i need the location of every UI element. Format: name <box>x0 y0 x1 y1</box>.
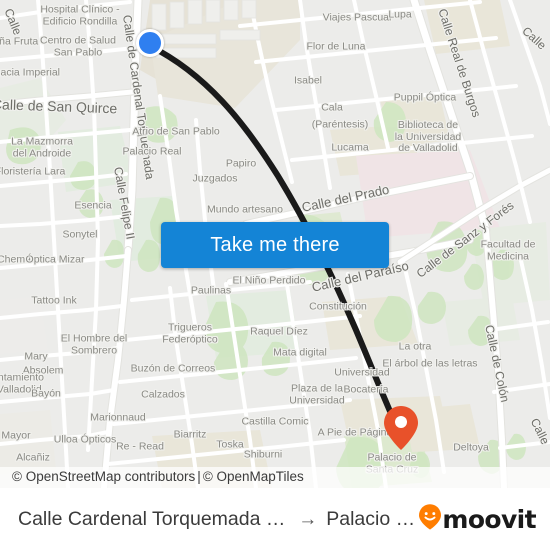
route-footer: Calle Cardenal Torquemada Frente A... → … <box>0 488 550 550</box>
destination-marker[interactable] <box>384 406 418 450</box>
attribution-tiles[interactable]: © OpenMapTiles <box>203 469 304 484</box>
attribution-osm[interactable]: © OpenStreetMap contributors <box>12 469 195 484</box>
moovit-logo[interactable]: moovit <box>419 504 550 535</box>
attribution-separator: | <box>197 469 201 484</box>
moovit-pin-icon <box>419 504 442 535</box>
moovit-map-screen: .rd { stroke:#ffffff; fill:none; stroke-… <box>0 0 550 550</box>
moovit-wordmark: moovit <box>442 505 536 534</box>
map-attribution: © OpenStreetMap contributors | © OpenMapTi… <box>0 467 550 488</box>
arrow-right-icon: → <box>298 508 318 530</box>
route-destination-label: Palacio De ... <box>326 508 420 530</box>
origin-marker[interactable] <box>136 29 164 57</box>
route-origin-label: Calle Cardenal Torquemada Frente A... <box>18 508 289 530</box>
take-me-there-button[interactable]: Take me there <box>161 222 389 268</box>
route-summary[interactable]: Calle Cardenal Torquemada Frente A... → … <box>0 508 419 531</box>
map-canvas[interactable]: .rd { stroke:#ffffff; fill:none; stroke-… <box>0 0 550 488</box>
